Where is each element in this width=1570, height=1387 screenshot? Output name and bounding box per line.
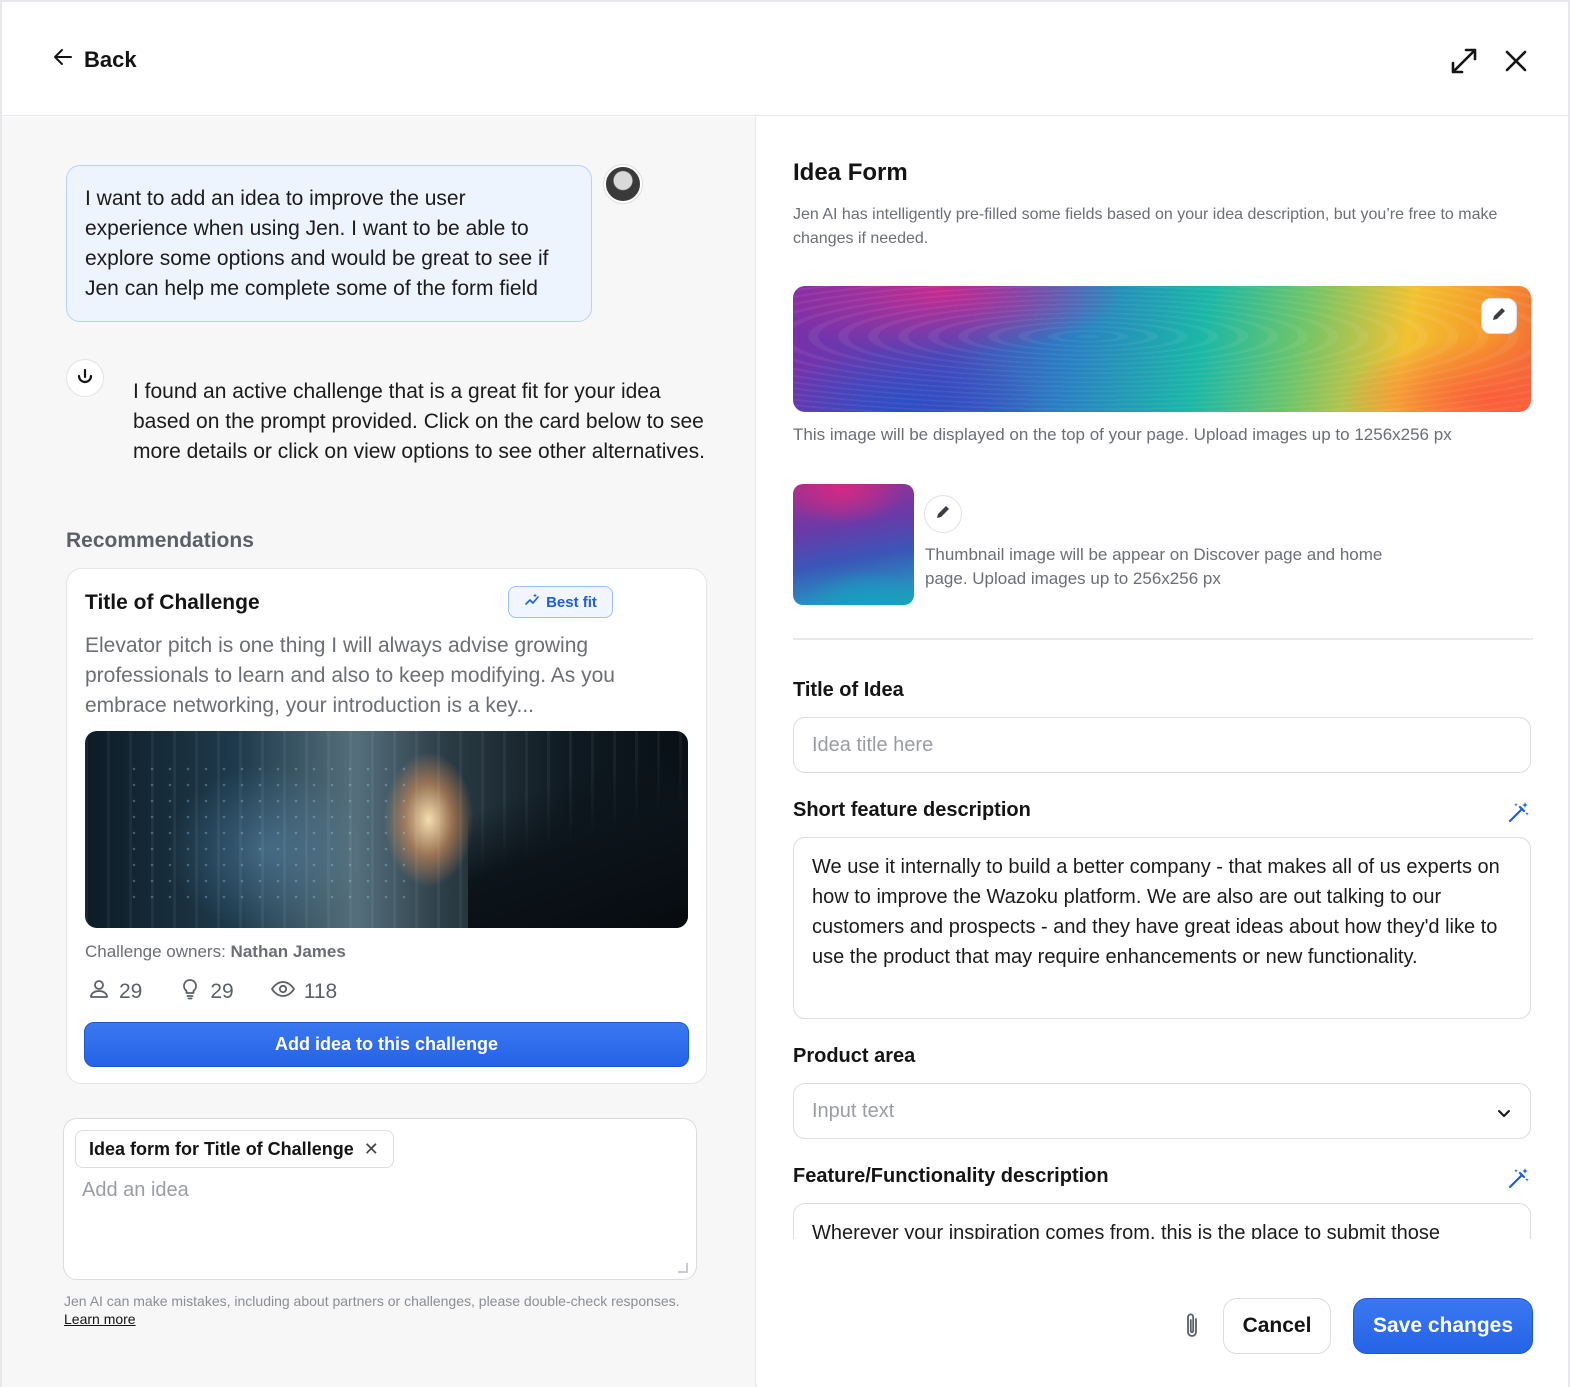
short-description-label: Short feature description — [793, 799, 1031, 821]
save-changes-button[interactable]: Save changes — [1353, 1298, 1533, 1354]
magic-wand-icon[interactable] — [1507, 1166, 1531, 1190]
idea-composer[interactable]: Idea form for Title of Challenge ✕ Add a… — [63, 1118, 697, 1280]
avatar — [604, 165, 642, 203]
short-description-textarea[interactable]: We use it internally to build a better c… — [793, 837, 1531, 1019]
participants-stat: 29 — [87, 977, 142, 1007]
recommendations-title: Recommendations — [66, 529, 254, 552]
idea-form-pane: Idea Form Jen AI has intelligently pre-f… — [757, 117, 1568, 1387]
challenge-description: Elevator pitch is one thing I will alway… — [85, 634, 615, 717]
views-stat: 118 — [270, 977, 337, 1007]
chat-pane: I want to add an idea to improve the use… — [2, 117, 756, 1387]
chevron-down-icon — [1496, 1104, 1512, 1127]
best-fit-label: Best fit — [546, 593, 597, 611]
remove-chip-icon[interactable]: ✕ — [364, 1139, 379, 1160]
user-message: I want to add an idea to improve the use… — [66, 165, 592, 322]
lightbulb-icon — [178, 977, 202, 1007]
ai-message: I found an active challenge that is a gr… — [133, 380, 705, 463]
disclaimer-text: Jen AI can make mistakes, including abou… — [64, 1293, 680, 1309]
divider — [793, 638, 1533, 640]
product-area-label: Product area — [793, 1045, 916, 1067]
learn-more-link[interactable]: Learn more — [64, 1311, 136, 1327]
context-chip-label: Idea form for Title of Challenge — [89, 1138, 354, 1159]
thumbnail-caption: Thumbnail image will be appear on Discov… — [925, 545, 1383, 588]
idea-title-input[interactable]: Idea title here — [793, 717, 1531, 773]
pencil-icon — [1491, 306, 1507, 327]
feature-description-label: Feature/Functionality description — [793, 1165, 1109, 1187]
views-count: 118 — [303, 980, 338, 1003]
challenge-title: Title of Challenge — [85, 591, 260, 614]
cancel-button[interactable]: Cancel — [1223, 1298, 1331, 1354]
expand-icon[interactable] — [1447, 44, 1481, 78]
owners-name: Nathan James — [230, 942, 346, 961]
ideas-count: 29 — [210, 980, 234, 1003]
ideas-stat: 29 — [178, 977, 234, 1007]
title-of-idea-label: Title of Idea — [793, 679, 904, 701]
edit-thumbnail-button[interactable] — [924, 495, 962, 533]
magic-wand-icon[interactable] — [1507, 800, 1531, 824]
user-icon — [87, 977, 111, 1007]
challenge-card[interactable]: Title of Challenge Best fit Elevator pit… — [66, 568, 707, 1084]
thumbnail-image — [793, 484, 914, 605]
form-title: Idea Form — [793, 159, 908, 186]
challenge-image — [85, 731, 688, 928]
product-area-select[interactable]: Input text — [793, 1083, 1531, 1139]
edit-banner-button[interactable] — [1481, 298, 1517, 334]
owners-label: Challenge owners: — [85, 942, 226, 961]
participants-count: 29 — [119, 980, 143, 1003]
challenge-stats: 29 29 118 — [87, 977, 337, 1007]
top-bar: Back — [2, 2, 1568, 116]
back-button[interactable]: Back — [52, 46, 137, 73]
add-idea-to-challenge-button[interactable]: Add idea to this challenge — [84, 1022, 689, 1067]
best-fit-badge: Best fit — [508, 586, 613, 618]
sparkle-icon — [524, 592, 540, 612]
form-footer: Cancel Save changes — [757, 1239, 1568, 1387]
challenge-owners: Challenge owners: Nathan James — [85, 942, 346, 962]
banner-image — [793, 286, 1531, 412]
context-chip: Idea form for Title of Challenge ✕ — [75, 1130, 394, 1168]
banner-caption: This image will be displayed on the top … — [793, 425, 1452, 444]
form-subtitle: Jen AI has intelligently pre-filled some… — [793, 206, 1498, 247]
back-label: Back — [84, 46, 137, 72]
add-idea-input[interactable]: Add an idea — [82, 1179, 672, 1202]
resize-handle[interactable] — [678, 1263, 688, 1273]
product-area-value: Input text — [812, 1099, 895, 1122]
ai-disclaimer: Jen AI can make mistakes, including abou… — [64, 1292, 704, 1328]
arrow-left-icon — [52, 46, 74, 73]
jen-ai-icon — [66, 359, 104, 397]
paperclip-icon[interactable] — [1182, 1311, 1202, 1346]
close-icon[interactable] — [1499, 44, 1533, 78]
eye-icon — [270, 977, 296, 1007]
modal-frame: Back I want to add an idea to improve th… — [0, 0, 1570, 1387]
pencil-icon — [935, 504, 951, 525]
